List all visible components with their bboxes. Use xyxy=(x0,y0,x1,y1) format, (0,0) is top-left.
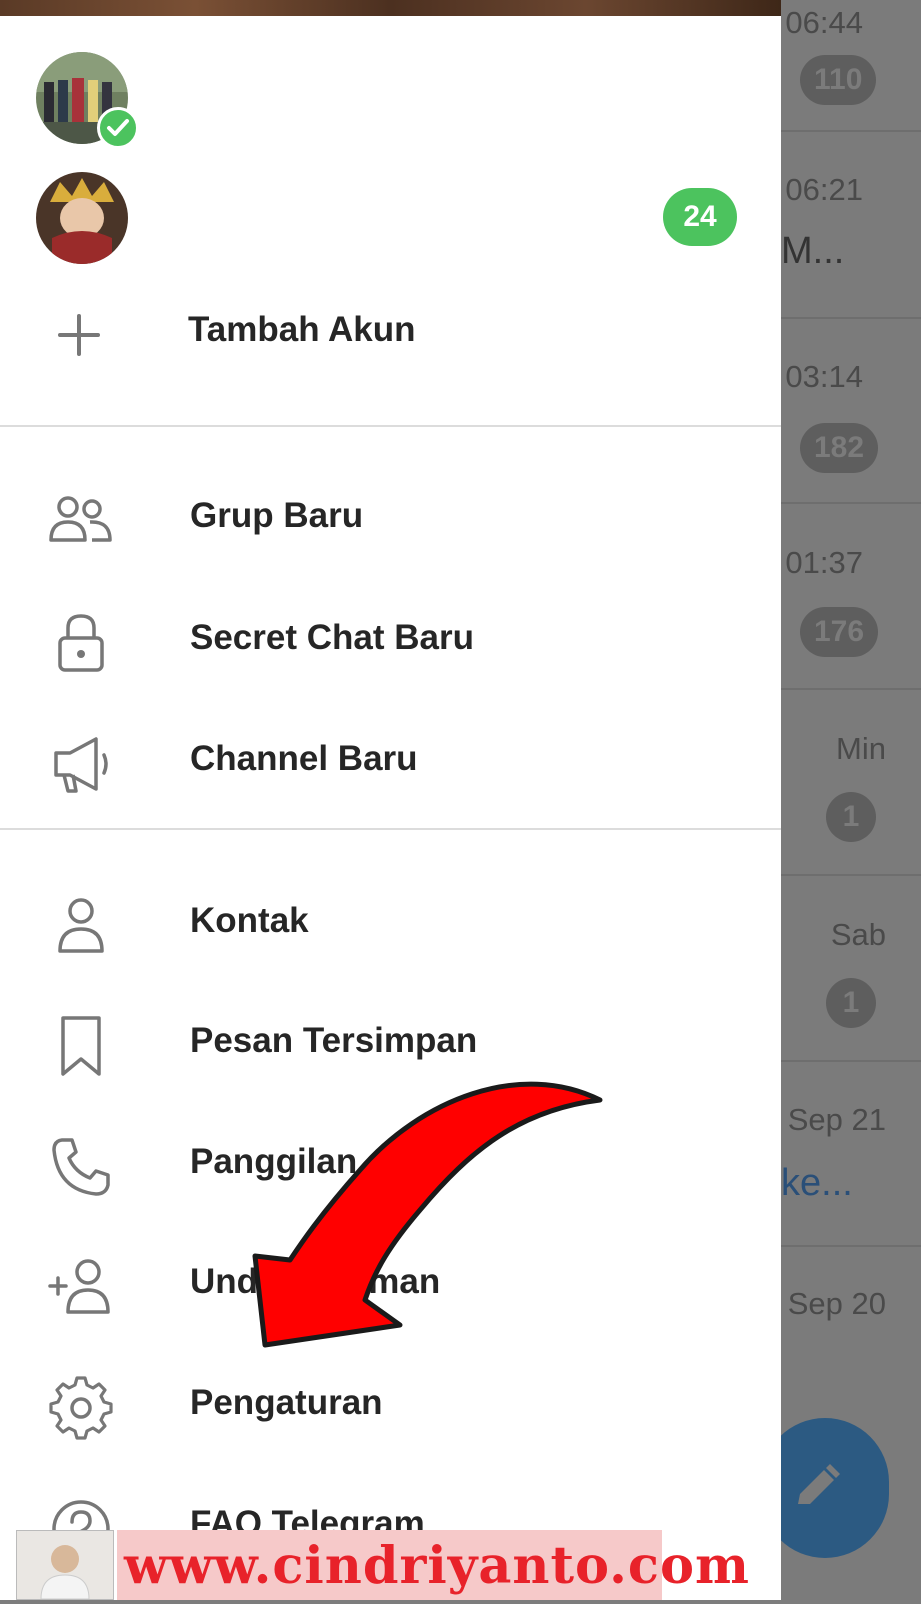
add-account-label: Tambah Akun xyxy=(188,310,416,349)
account-avatar-secondary xyxy=(36,172,128,264)
chat-list-background: 06:44 110 06:21 M... 03:14 182 01:37 176… xyxy=(781,0,921,1600)
menu-item-invite-friends[interactable]: Undang Teman xyxy=(0,1232,781,1342)
menu-label: Grup Baru xyxy=(190,496,364,535)
chat-row[interactable]: Sab 1 xyxy=(781,875,921,1062)
chat-time: Sab xyxy=(830,917,886,952)
chat-row[interactable]: 01:37 176 xyxy=(781,503,921,690)
unread-badge: 182 xyxy=(800,423,879,473)
chat-snippet: M... xyxy=(781,230,845,272)
chat-time: Sep 21 xyxy=(787,1102,886,1137)
chat-row[interactable]: 06:44 110 xyxy=(781,0,921,132)
gear-icon xyxy=(49,1376,113,1440)
watermark-text: www.cindriyanto.com xyxy=(124,1536,750,1596)
unread-badge: 110 xyxy=(800,55,877,105)
chat-row[interactable]: Min 1 xyxy=(781,689,921,876)
menu-label: Kontak xyxy=(190,901,309,940)
menu-label: Pengaturan xyxy=(190,1383,383,1422)
menu-divider xyxy=(0,828,781,830)
add-person-icon xyxy=(48,1259,110,1314)
pencil-icon xyxy=(798,1464,840,1504)
plus-icon xyxy=(58,314,100,356)
account-row-secondary[interactable]: 24 xyxy=(0,166,781,286)
menu-item-settings[interactable]: Pengaturan xyxy=(0,1353,781,1463)
compose-button[interactable] xyxy=(761,1418,889,1558)
menu-item-new-group[interactable]: Grup Baru xyxy=(0,466,781,576)
menu-item-new-secret-chat[interactable]: Secret Chat Baru xyxy=(0,588,781,698)
person-icon xyxy=(58,898,104,953)
navigation-drawer: 24 Tambah Akun Grup Baru Secret Chat Bar… xyxy=(0,16,781,1600)
header-wallpaper-strip xyxy=(0,0,781,16)
chat-time: 06:44 xyxy=(785,5,863,40)
menu-divider xyxy=(0,425,781,427)
add-account-item[interactable]: Tambah Akun xyxy=(0,280,781,390)
menu-label: Secret Chat Baru xyxy=(190,618,474,657)
watermark-photo xyxy=(16,1530,114,1600)
chat-row[interactable]: 03:14 182 xyxy=(781,317,921,504)
chat-time: Sep 20 xyxy=(787,1286,886,1321)
menu-label: Pesan Tersimpan xyxy=(190,1021,478,1060)
chat-row[interactable]: 06:21 M... xyxy=(781,132,921,319)
menu-item-contacts[interactable]: Kontak xyxy=(0,871,781,981)
unread-badge: 1 xyxy=(826,978,876,1028)
menu-item-calls[interactable]: Panggilan xyxy=(0,1112,781,1222)
menu-item-new-channel[interactable]: Channel Baru xyxy=(0,709,781,819)
active-account-check-icon xyxy=(97,107,139,149)
menu-label: Panggilan xyxy=(190,1142,358,1181)
chat-time: 03:14 xyxy=(785,359,863,394)
bookmark-icon xyxy=(61,1016,101,1076)
unread-badge: 176 xyxy=(800,607,879,657)
chat-row[interactable]: Sep 20 xyxy=(781,1246,921,1431)
menu-label: Undang Teman xyxy=(190,1262,441,1301)
unread-badge: 1 xyxy=(826,792,876,842)
chat-time: 06:21 xyxy=(785,172,863,207)
phone-icon xyxy=(52,1138,110,1196)
chat-time: 01:37 xyxy=(785,545,863,580)
lock-icon xyxy=(58,614,104,672)
chat-snippet: ke... xyxy=(781,1162,853,1204)
chat-time: Min xyxy=(836,731,886,766)
megaphone-icon xyxy=(54,737,108,793)
menu-item-saved-messages[interactable]: Pesan Tersimpan xyxy=(0,991,781,1101)
chat-row[interactable]: Sep 21 ke... xyxy=(781,1060,921,1247)
unread-count-badge: 24 xyxy=(663,188,737,246)
menu-label: Channel Baru xyxy=(190,739,418,778)
group-icon xyxy=(49,496,112,542)
